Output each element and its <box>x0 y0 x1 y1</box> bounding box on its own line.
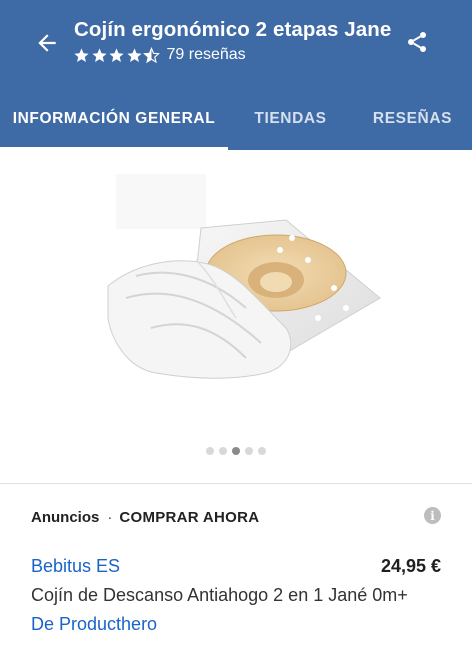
rating-row[interactable]: 79 reseñas <box>73 44 246 66</box>
arrow-back-icon <box>38 34 56 52</box>
tab-bar: INFORMACIÓN GENERAL TIENDAS RESEÑAS <box>0 87 472 150</box>
star-full-icon <box>74 47 89 62</box>
share-icon <box>408 32 426 52</box>
carousel-dot-active[interactable] <box>232 447 240 455</box>
separator: · <box>107 509 113 526</box>
back-button[interactable] <box>28 24 66 62</box>
ads-label: Anuncios <box>31 509 100 526</box>
section-divider <box>0 483 472 484</box>
star-full-icon <box>126 47 142 62</box>
app-bar: Cojín ergonómico 2 etapas Jane 79 reseña… <box>0 0 472 87</box>
carousel-dot[interactable] <box>219 447 227 455</box>
tab-stores[interactable]: TIENDAS <box>228 87 353 150</box>
star-half-icon <box>143 46 160 63</box>
share-button[interactable] <box>400 24 434 60</box>
ads-header: Anuncios · COMPRAR AHORA <box>31 509 259 526</box>
tab-reviews[interactable]: RESEÑAS <box>353 87 472 150</box>
offer-description[interactable]: Cojín de Descanso Antiahogo 2 en 1 Jané … <box>31 585 408 606</box>
image-gallery[interactable] <box>0 150 472 483</box>
star-rating <box>73 45 161 65</box>
buy-now-label: COMPRAR AHORA <box>119 509 260 526</box>
store-link[interactable]: Bebitus ES <box>31 556 120 577</box>
reviews-count: 79 reseñas <box>166 46 246 63</box>
star-full-icon <box>91 47 107 62</box>
cushion-product-image <box>107 174 381 379</box>
star-full-icon <box>109 47 124 62</box>
info-icon[interactable]: i <box>424 507 441 524</box>
carousel-dot[interactable] <box>206 447 214 455</box>
carousel-dot[interactable] <box>258 447 266 455</box>
carousel-dot[interactable] <box>245 447 253 455</box>
product-title: Cojín ergonómico 2 etapas Jane <box>74 18 392 41</box>
carousel-dots <box>0 447 472 455</box>
seller-link[interactable]: De Producthero <box>31 614 157 635</box>
tab-general-info[interactable]: INFORMACIÓN GENERAL <box>0 87 228 150</box>
offer-price: 24,95 € <box>380 556 441 576</box>
